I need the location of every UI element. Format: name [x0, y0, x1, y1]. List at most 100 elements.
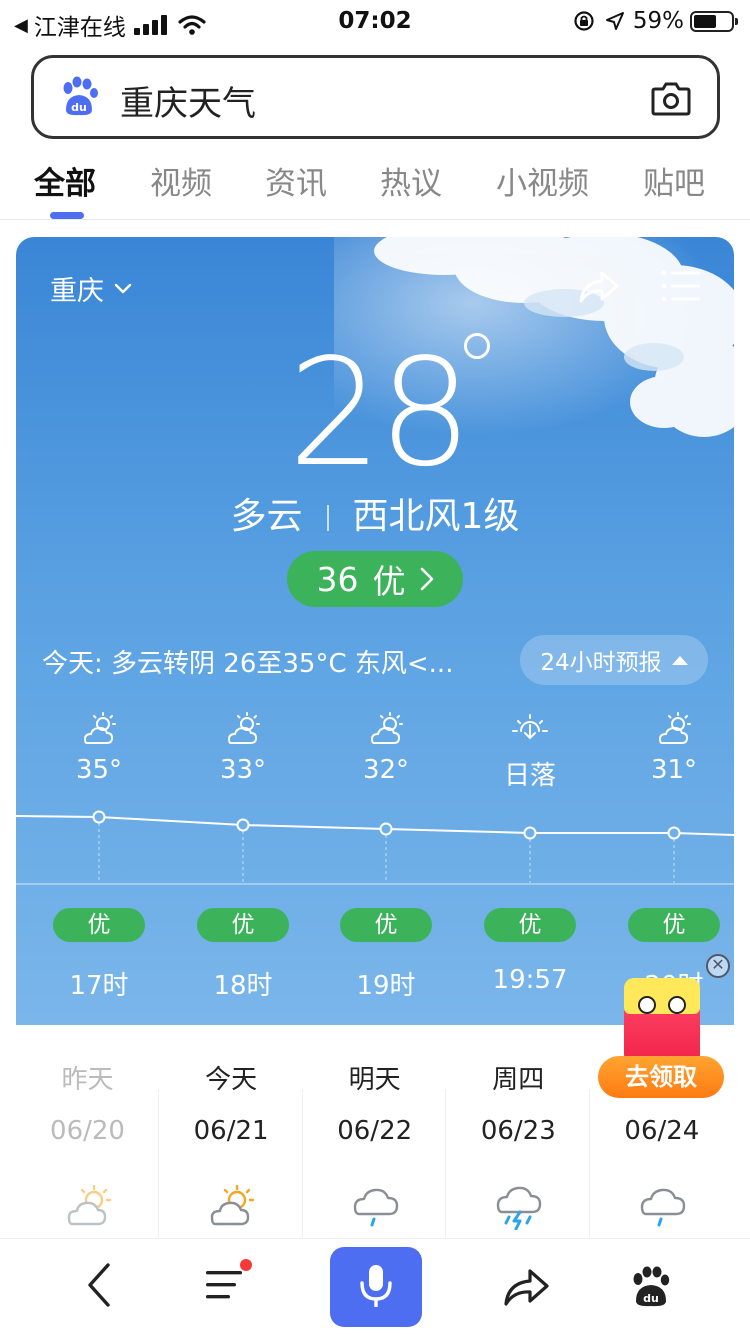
day-date: 06/21	[193, 1116, 269, 1146]
aqi-value: 36	[316, 559, 359, 599]
temperature-curve	[16, 810, 734, 883]
microphone-icon	[360, 1265, 392, 1307]
hour-point	[667, 826, 681, 840]
hour-aqi-badge: 优	[340, 908, 432, 942]
degree-symbol	[464, 333, 490, 359]
partly-cloudy-icon	[223, 711, 263, 747]
hour-temperature: 日落	[503, 761, 556, 791]
tab-discussion[interactable]: 热议	[380, 158, 442, 203]
day-column[interactable]: 今天 06/21	[160, 1025, 303, 1237]
hour-column[interactable]: 35°	[39, 711, 159, 785]
today-summary: 今天: 多云转阴 26至35°C 东风<...	[42, 649, 454, 679]
hour-temperature: 31°	[650, 755, 698, 785]
temperature-line	[16, 815, 734, 836]
hour-time: 19:57	[492, 965, 568, 995]
partly-cloudy-icon	[79, 711, 119, 747]
hourly-divider	[16, 883, 734, 885]
camera-icon[interactable]	[651, 80, 691, 116]
hour-column[interactable]: 日落	[470, 711, 590, 792]
rotation-lock-icon	[574, 11, 594, 31]
day-column[interactable]: 周四 06/23	[447, 1025, 590, 1237]
day-name: 昨天	[61, 1065, 114, 1095]
partly-cloudy-icon	[654, 711, 694, 747]
tab-tieba[interactable]: 贴吧	[643, 158, 705, 203]
battery-percent: 59%	[632, 8, 684, 34]
condition-text: 多云	[230, 496, 303, 537]
list-menu-icon[interactable]	[660, 269, 702, 303]
search-bar[interactable]: du 重庆天气	[31, 55, 720, 139]
chevron-down-icon	[114, 283, 132, 293]
rain-icon	[634, 1184, 690, 1230]
search-tabs: 全部 视频 资讯 热议 小视频 贴吧	[0, 158, 750, 220]
hour-point	[92, 810, 106, 824]
status-bar: ◀ 江津在线 07:02 59%	[0, 0, 750, 42]
forecast-24h-toggle[interactable]: 24小时预报	[520, 635, 708, 685]
tab-video[interactable]: 视频	[150, 158, 212, 203]
svg-text:du: du	[643, 1292, 659, 1305]
day-column[interactable]: 明天 06/22	[303, 1025, 447, 1237]
notification-dot	[240, 1259, 252, 1271]
day-column[interactable]: 昨天 06/20	[16, 1025, 159, 1237]
hourly-forecast: 35°优17时33°优18时32°优19时日落优19:5731°优20时	[16, 707, 734, 1007]
city-selector[interactable]: 重庆	[50, 269, 132, 308]
sunset-icon	[510, 711, 550, 747]
aqi-level: 优	[372, 562, 406, 601]
share-icon[interactable]	[578, 269, 620, 305]
active-tab-indicator	[50, 212, 84, 219]
voice-search-button[interactable]	[330, 1247, 422, 1327]
hour-point	[523, 826, 537, 840]
hour-column[interactable]: 31°	[614, 711, 734, 785]
partly-cloudy-icon	[60, 1184, 116, 1230]
condition-divider	[326, 505, 329, 531]
promo-claim-button[interactable]: 去领取	[598, 1056, 724, 1098]
wind-text: 西北风1级	[352, 496, 520, 537]
hour-column[interactable]: 32°	[326, 711, 446, 785]
hour-column[interactable]: 33°	[183, 711, 303, 785]
hour-point	[236, 818, 250, 832]
hour-aqi-badge: 优	[628, 908, 720, 942]
day-name: 周四	[492, 1065, 545, 1095]
share-forward-icon[interactable]	[502, 1267, 550, 1307]
hour-temperature: 33°	[219, 755, 267, 785]
city-name: 重庆	[50, 276, 104, 307]
promo-eye-left	[638, 996, 656, 1014]
rain-icon	[347, 1184, 403, 1230]
promo-eye-right	[668, 996, 686, 1014]
day-date: 06/24	[624, 1116, 700, 1146]
back-icon[interactable]	[84, 1261, 114, 1309]
hour-aqi-badge: 优	[197, 908, 289, 942]
search-query[interactable]: 重庆天气	[120, 76, 256, 125]
baidu-paw-icon: du	[63, 76, 98, 116]
day-name: 今天	[205, 1065, 258, 1095]
hour-point	[379, 822, 393, 836]
menu-icon[interactable]	[204, 1267, 246, 1303]
day-date: 06/22	[337, 1116, 413, 1146]
hour-aqi-badge: 优	[53, 908, 145, 942]
weather-sky-panel: 重庆 28 多云 西北风1级 36 优 今天: 多云转阴 26至35°C 东风<.…	[16, 237, 734, 1025]
location-icon	[605, 12, 624, 30]
tab-all[interactable]: 全部	[34, 158, 96, 203]
chevron-right-icon	[420, 567, 433, 591]
promo-gift-lid	[624, 978, 700, 1014]
day-name: 明天	[348, 1065, 401, 1095]
current-temperature: 28	[288, 327, 472, 499]
hour-time: 19时	[356, 971, 416, 1001]
forecast-24h-label: 24小时预报	[540, 650, 662, 676]
day-date: 06/23	[480, 1116, 556, 1146]
baidu-home-icon[interactable]: du	[630, 1265, 672, 1309]
status-bar-right: 59%	[573, 8, 738, 34]
promo-close-icon[interactable]: ✕	[706, 954, 730, 978]
tab-news[interactable]: 资讯	[265, 158, 327, 203]
tab-short-video[interactable]: 小视频	[496, 158, 589, 203]
hour-temperature: 32°	[362, 755, 410, 785]
current-condition: 多云 西北风1级	[16, 487, 734, 539]
hour-time: 17时	[69, 971, 129, 1001]
caret-up-icon	[671, 655, 688, 665]
day-date: 06/20	[50, 1116, 125, 1146]
thunderstorm-icon	[490, 1184, 546, 1231]
hour-time: 18时	[213, 971, 273, 1001]
promo-widget[interactable]: 去领取	[598, 972, 728, 1102]
aqi-button[interactable]: 36 优	[287, 551, 463, 607]
svg-text:du: du	[71, 101, 87, 114]
bottom-nav-bar: du	[0, 1238, 750, 1334]
